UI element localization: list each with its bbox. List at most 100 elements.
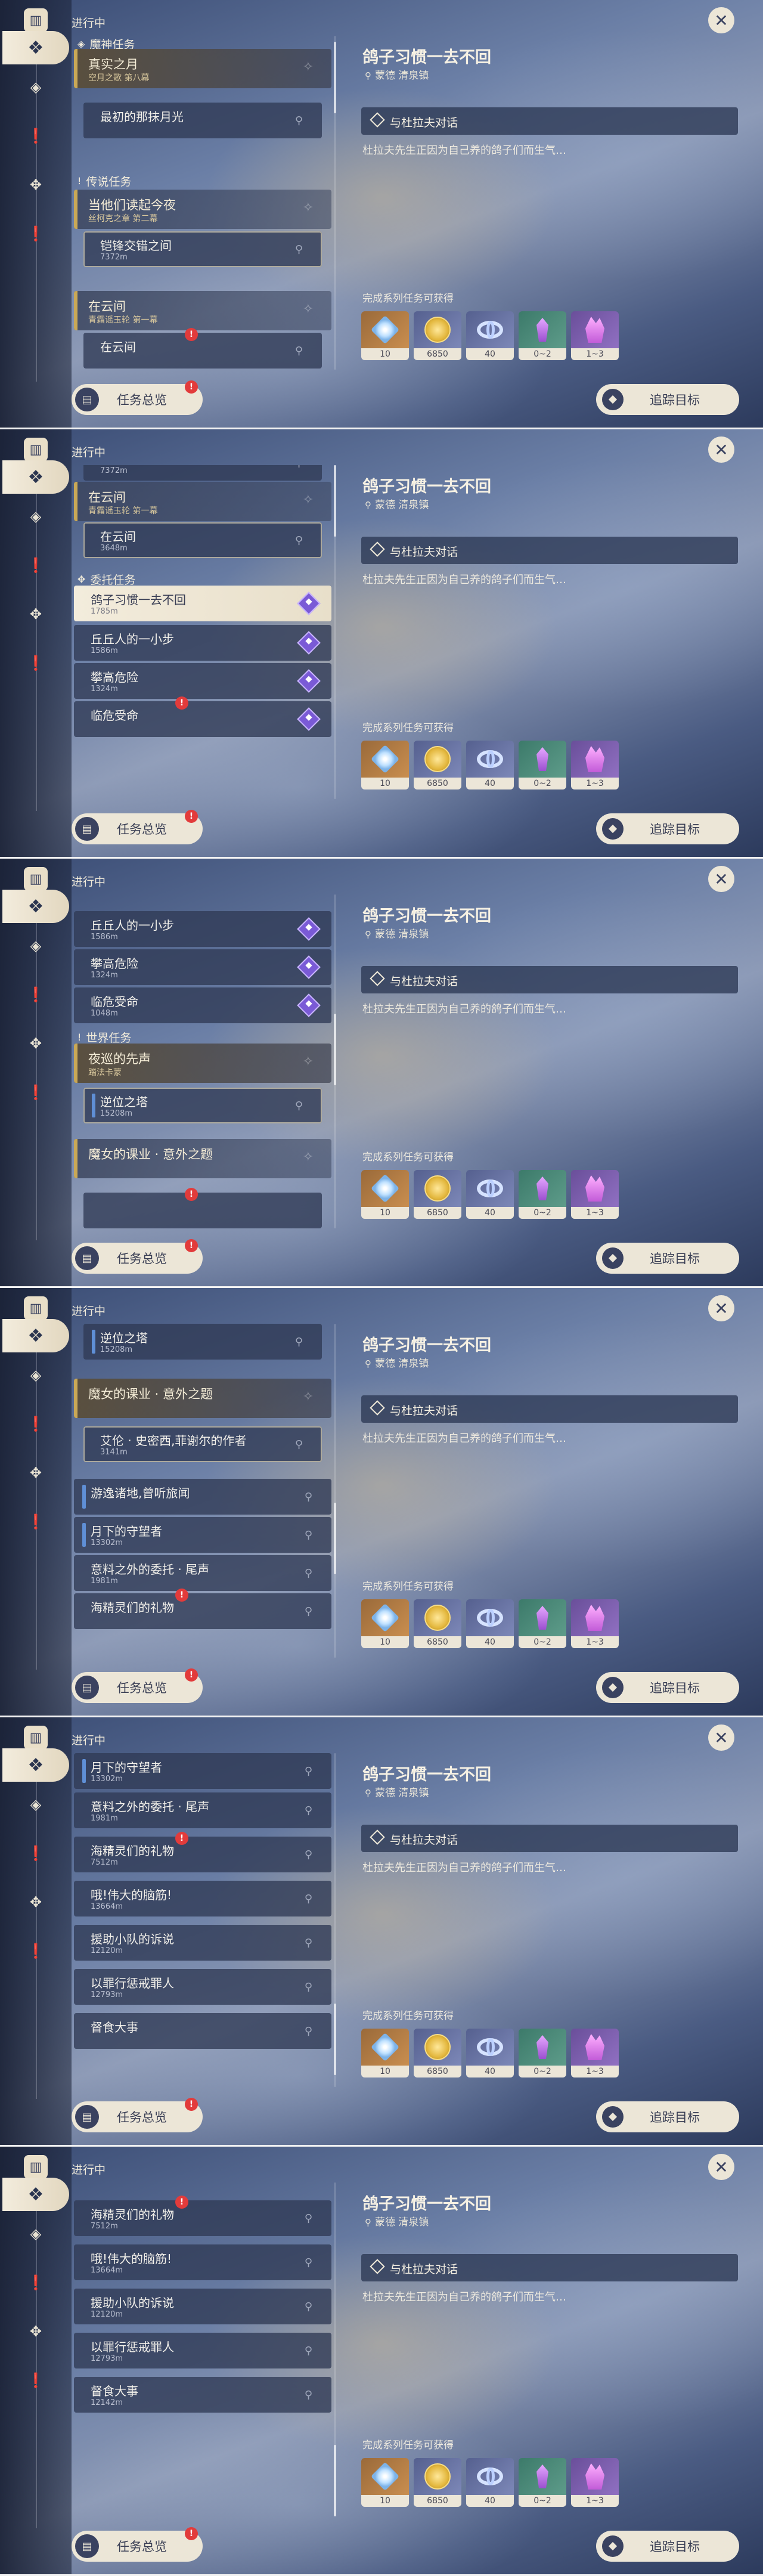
quest-item[interactable]: 哦!伟大的脑筋! 13664m ⚲ xyxy=(74,1881,331,1916)
quest-overview-button[interactable]: ▤ 任务总览 ! xyxy=(72,1239,203,1274)
quest-overview-button[interactable]: ▤ 任务总览 ! xyxy=(72,1668,203,1703)
reward-item[interactable]: 0~2 xyxy=(519,741,566,789)
quest-item[interactable]: 铠锋交错之间7372m⚲ xyxy=(83,231,322,267)
archon-icon[interactable]: ◈ xyxy=(23,503,49,530)
reward-item[interactable]: 6850 xyxy=(414,2458,461,2507)
reward-item[interactable]: 1~3 xyxy=(571,741,619,789)
exclamation-icon[interactable]: ❗ xyxy=(23,552,49,578)
quest-item[interactable]: 逆位之塔 15208m ⚲ xyxy=(83,1324,322,1360)
archon-icon[interactable]: ◈ xyxy=(23,74,49,100)
scrollbar-thumb[interactable] xyxy=(334,465,336,537)
reward-item[interactable]: 0~2 xyxy=(519,311,566,360)
quest-list[interactable]: 月下的守望者 13302m ⚲ 意料之外的委托 · 尾声 1981m ⚲ 海精灵们的礼物 75… xyxy=(72,1753,334,2099)
quest-item[interactable]: 海精灵们的礼物 7512m ⚲! xyxy=(74,1832,331,1872)
quest-item[interactable]: 丘丘人的一小步 1586m xyxy=(74,625,331,661)
quest-chapter-item[interactable]: 当他们读起今夜 丝柯克之章 第二幕 ✧ xyxy=(74,190,331,229)
commission-icon[interactable]: ✥ xyxy=(23,1889,49,1915)
exclamation-icon[interactable]: ❗ xyxy=(23,221,49,247)
quest-item[interactable]: 在云间 3648m ⚲ xyxy=(83,522,322,558)
quest-item[interactable]: 铠锋交错之间7372m⚲ xyxy=(83,465,322,481)
quest-overview-button[interactable]: ▤ 任务总览 ! xyxy=(72,2527,203,2562)
quest-item[interactable]: 哦!伟大的脑筋! 13664m ⚲ xyxy=(74,2244,331,2280)
archon-icon[interactable]: ◈ xyxy=(23,2221,49,2247)
quest-item[interactable]: 鸽子习惯一去不回 1785m xyxy=(74,586,331,621)
reward-item[interactable]: 1~3 xyxy=(571,2458,619,2507)
reward-item[interactable]: 40 xyxy=(466,741,514,789)
exclamation-icon[interactable]: ❗ xyxy=(23,1411,49,1437)
close-button[interactable]: ✕ xyxy=(708,7,734,33)
quest-item[interactable]: ! xyxy=(83,1188,322,1228)
quest-chapter-item[interactable]: 魔女的课业 · 意外之题 ✧ xyxy=(74,1139,331,1178)
book-icon[interactable]: ▥ xyxy=(24,1296,48,1320)
quest-list[interactable]: 丘丘人的一小步 1586m 攀高危险 1324m 临危受命 1048m! 世界任务 夜巡的先声… xyxy=(72,894,334,1240)
quest-list[interactable]: 海精灵们的礼物 7512m ⚲! 哦!伟大的脑筋! 13664m ⚲ 援助小队的诉说 1212… xyxy=(72,2182,334,2528)
exclamation-icon[interactable]: ❗ xyxy=(23,1938,49,1964)
exclamation-icon[interactable]: ❗ xyxy=(23,1509,49,1535)
archon-icon[interactable]: ◈ xyxy=(23,1791,49,1818)
quest-chapter-item[interactable]: 在云间 青霜谣玉轮 第一幕 ✧ xyxy=(74,482,331,521)
close-button[interactable]: ✕ xyxy=(708,1724,734,1751)
exclamation-icon[interactable]: ❗ xyxy=(23,1840,49,1866)
quest-item[interactable]: 意料之外的委托 · 尾声 1981m ⚲ xyxy=(74,1555,331,1591)
reward-item[interactable]: 0~2 xyxy=(519,2458,566,2507)
quest-item[interactable]: 临危受命! xyxy=(74,696,331,737)
quest-list-scrollbar[interactable] xyxy=(334,465,336,799)
close-button[interactable]: ✕ xyxy=(708,1295,734,1321)
quest-list-scrollbar[interactable] xyxy=(334,36,336,370)
close-button[interactable]: ✕ xyxy=(708,866,734,892)
quest-list[interactable]: 逆位之塔 15208m ⚲ 魔女的课业 · 意外之题 ✧ 艾伦 · 史密西,菲谢尔的作者 3… xyxy=(72,1324,334,1670)
quest-item[interactable]: 最初的那抹月光 ⚲ xyxy=(83,103,322,138)
track-target-button[interactable]: 追踪目标 xyxy=(596,2531,739,2562)
world-quest-icon[interactable]: ❖ xyxy=(2,460,69,494)
exclamation-icon[interactable]: ❗ xyxy=(23,2367,49,2394)
reward-item[interactable]: 0~2 xyxy=(519,1170,566,1219)
quest-item[interactable]: 海精灵们的礼物 7512m ⚲! xyxy=(74,2196,331,2236)
reward-item[interactable]: 10 xyxy=(361,311,409,360)
quest-chapter-item[interactable]: 夜巡的先声 踏法卡蒙 ✧ xyxy=(74,1044,331,1083)
reward-item[interactable]: 1~3 xyxy=(571,1170,619,1219)
track-target-button[interactable]: 追踪目标 xyxy=(596,1672,739,1703)
quest-overview-button[interactable]: ▤ 任务总览 ! xyxy=(72,2098,203,2132)
exclamation-icon[interactable]: ❗ xyxy=(23,650,49,676)
reward-item[interactable]: 1~3 xyxy=(571,1599,619,1648)
track-target-button[interactable]: 追踪目标 xyxy=(596,1243,739,1274)
quest-list[interactable]: 铠锋交错之间7372m⚲在云间青霜谣玉轮 第一幕✧在云间3648m⚲✥委托任务鸽… xyxy=(72,465,334,811)
quest-item[interactable]: 月下的守望者 13302m ⚲ xyxy=(74,1517,331,1553)
quest-item[interactable]: 督食大事 ⚲ xyxy=(74,2013,331,2049)
commission-icon[interactable]: ✥ xyxy=(23,1030,49,1057)
quest-item[interactable]: 援助小队的诉说 12120m ⚲ xyxy=(74,2289,331,2324)
book-icon[interactable]: ▥ xyxy=(24,867,48,891)
quest-item[interactable]: 艾伦 · 史密西,菲谢尔的作者 3141m ⚲ xyxy=(83,1426,322,1462)
book-icon[interactable]: ▥ xyxy=(24,1726,48,1750)
reward-item[interactable]: 40 xyxy=(466,1599,514,1648)
reward-item[interactable]: 1~3 xyxy=(571,2029,619,2077)
exclamation-icon[interactable]: ❗ xyxy=(23,982,49,1008)
track-target-button[interactable]: 追踪目标 xyxy=(596,2101,739,2132)
world-quest-icon[interactable]: ❖ xyxy=(2,1319,69,1352)
reward-item[interactable]: 40 xyxy=(466,311,514,360)
reward-item[interactable]: 10 xyxy=(361,741,409,789)
book-icon[interactable]: ▥ xyxy=(24,2155,48,2179)
commission-icon[interactable]: ✥ xyxy=(23,1460,49,1486)
reward-item[interactable]: 10 xyxy=(361,2029,409,2077)
quest-list-scrollbar[interactable] xyxy=(334,1753,336,2087)
commission-icon[interactable]: ✥ xyxy=(23,2318,49,2345)
quest-list[interactable]: ◈ 魔神任务 真实之月 空月之歌 第八幕 ✧ 最初的那抹月光 ⚲! 传说任务 当他们读起今夜 丝柯… xyxy=(72,36,334,382)
reward-item[interactable]: 6850 xyxy=(414,741,461,789)
quest-list-scrollbar[interactable] xyxy=(334,2182,336,2516)
commission-icon[interactable]: ✥ xyxy=(23,172,49,198)
quest-item[interactable]: 攀高危险 1324m xyxy=(74,663,331,699)
quest-item[interactable]: 逆位之塔 15208m ⚲ xyxy=(83,1088,322,1123)
quest-chapter-item[interactable]: 在云间 青霜谣玉轮 第一幕 ✧ xyxy=(74,291,331,330)
exclamation-icon[interactable]: ❗ xyxy=(23,2270,49,2296)
quest-item[interactable]: 以罪行惩戒罪人 12793m ⚲ xyxy=(74,1969,331,2005)
book-icon[interactable]: ▥ xyxy=(24,438,48,462)
quest-item[interactable]: 游逸诸地,曾听旅闻 ⚲ xyxy=(74,1479,331,1515)
quest-item[interactable]: 意料之外的委托 · 尾声 1981m ⚲ xyxy=(74,1792,331,1828)
reward-item[interactable]: 0~2 xyxy=(519,1599,566,1648)
reward-item[interactable]: 6850 xyxy=(414,2029,461,2077)
world-quest-icon[interactable]: ❖ xyxy=(2,2178,69,2211)
book-icon[interactable]: ▥ xyxy=(24,8,48,32)
reward-item[interactable]: 0~2 xyxy=(519,2029,566,2077)
world-quest-icon[interactable]: ❖ xyxy=(2,1748,69,1782)
